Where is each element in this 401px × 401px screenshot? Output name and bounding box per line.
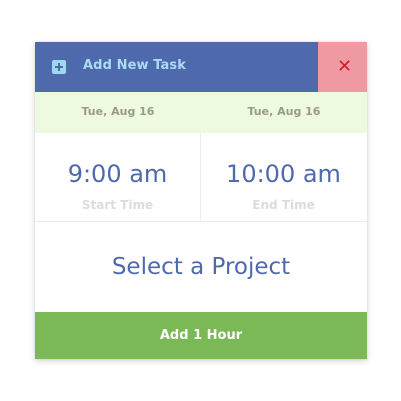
plus-square-icon bbox=[52, 60, 66, 74]
close-icon: ✕ bbox=[337, 56, 353, 77]
end-time-picker[interactable]: 10:00 am End Time bbox=[201, 133, 366, 221]
start-time-picker[interactable]: 9:00 am Start Time bbox=[35, 133, 201, 221]
add-new-task-button[interactable]: Add New Task bbox=[35, 42, 318, 92]
end-date[interactable]: Tue, Aug 16 bbox=[201, 105, 367, 118]
end-time-value: 10:00 am bbox=[226, 160, 341, 188]
card-header: Add New Task ✕ bbox=[35, 42, 367, 92]
start-date[interactable]: Tue, Aug 16 bbox=[35, 105, 201, 118]
add-task-card: Add New Task ✕ Tue, Aug 16 Tue, Aug 16 9… bbox=[35, 42, 367, 359]
date-row: Tue, Aug 16 Tue, Aug 16 bbox=[35, 92, 367, 133]
add-one-hour-label: Add 1 Hour bbox=[159, 328, 243, 343]
time-row: 9:00 am Start Time 10:00 am End Time bbox=[35, 133, 367, 222]
start-time-label: Start Time bbox=[81, 198, 154, 212]
end-time-label: End Time bbox=[252, 198, 315, 212]
select-project-button[interactable]: Select a Project bbox=[35, 222, 367, 312]
start-time-value: 9:00 am bbox=[67, 160, 168, 188]
add-one-hour-button[interactable]: Add 1 Hour bbox=[35, 312, 367, 359]
select-project-label: Select a Project bbox=[111, 254, 291, 280]
close-button[interactable]: ✕ bbox=[318, 42, 367, 92]
header-title: Add New Task bbox=[83, 58, 186, 73]
